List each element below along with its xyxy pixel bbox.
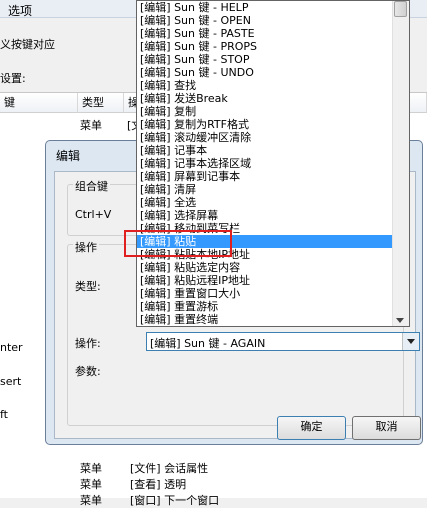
row-action: [窗口] 下一个窗口 xyxy=(130,494,220,507)
settings-label: 设置: xyxy=(0,72,26,85)
dropdown-option[interactable]: [编辑] Sun 键 - PASTE xyxy=(137,27,397,40)
dropdown-option[interactable]: [编辑] 重置终端 xyxy=(137,313,397,326)
type-label: 类型: xyxy=(75,280,101,293)
dropdown-option[interactable]: [编辑] 选择屏幕 xyxy=(137,209,397,222)
combo-value: Ctrl+V xyxy=(75,208,112,221)
dropdown-option[interactable]: [编辑] Sun 键 - HELP xyxy=(137,1,397,14)
window-title: 选项 xyxy=(8,4,33,18)
row-key: nter xyxy=(0,341,23,354)
dropdown-option[interactable]: [编辑] 记事本选择区域 xyxy=(137,157,397,170)
col-header-key[interactable]: 键 xyxy=(0,93,78,113)
scrollbar-thumb[interactable] xyxy=(394,1,407,17)
row-action: [查看] 透明 xyxy=(130,478,187,491)
dropdown-option[interactable]: [编辑] 重置游标 xyxy=(137,300,397,313)
action-select-value: [编辑] Sun 键 - AGAIN xyxy=(150,337,266,350)
dropdown-option[interactable]: [编辑] 重置窗口大小 xyxy=(137,287,397,300)
row-key: ft xyxy=(0,408,8,421)
dropdown-option[interactable]: [编辑] Sun 键 - STOP xyxy=(137,53,397,66)
dropdown-option[interactable]: [编辑] 查找 xyxy=(137,79,397,92)
bg-tab[interactable]: 义按键对应 xyxy=(0,30,140,54)
dropdown-option[interactable]: [编辑] 粘贴选定内容 xyxy=(137,261,397,274)
dropdown-option[interactable]: [编辑] 全选 xyxy=(137,196,397,209)
cancel-button[interactable]: 取消 xyxy=(352,416,421,440)
chevron-down-icon[interactable] xyxy=(402,333,419,350)
action-group-label: 操作 xyxy=(73,239,99,255)
dropdown-option[interactable]: [编辑] 发送Break xyxy=(137,92,397,105)
action-select[interactable]: [编辑] Sun 键 - AGAIN xyxy=(146,332,420,351)
scroll-down-arrow-icon[interactable] xyxy=(396,318,404,323)
dropdown-option[interactable]: [编辑] 滚动缓冲区清除 xyxy=(137,131,397,144)
dropdown-option[interactable]: [编辑] Sun 键 - OPEN xyxy=(137,14,397,27)
dropdown-option[interactable]: [编辑] 屏幕到记事本 xyxy=(137,170,397,183)
dropdown-option[interactable]: [编辑] 清屏 xyxy=(137,183,397,196)
dropdown-option[interactable]: [编辑] Sun 键 - UNDO xyxy=(137,66,397,79)
dropdown-option[interactable]: [编辑] 记事本 xyxy=(137,144,397,157)
dropdown-option[interactable]: [编辑] Sun 键 - PROPS xyxy=(137,40,397,53)
action-dropdown-list[interactable]: [编辑] Sun 键 - HELP [编辑] Sun 键 - OPEN [编辑] S… xyxy=(136,0,410,327)
dropdown-option[interactable]: [编辑] 粘贴远程IP地址 xyxy=(137,274,397,287)
highlight-box xyxy=(124,230,232,257)
row-type: 菜单 xyxy=(80,462,102,475)
action-label: 操作: xyxy=(75,337,101,350)
dropdown-option[interactable]: [编辑] 复制为RTF格式 xyxy=(137,118,397,131)
row-key: sert xyxy=(0,375,22,388)
ok-button[interactable]: 确定 xyxy=(277,416,346,440)
row-type: 菜单 xyxy=(80,119,102,132)
bg-tab-label: 义按键对应 xyxy=(0,38,55,51)
dialog-title: 编辑 xyxy=(56,149,81,163)
dropdown-option[interactable]: [编辑] 复制 xyxy=(137,105,397,118)
col-header-type[interactable]: 类型 xyxy=(78,93,124,113)
row-type: 菜单 xyxy=(80,494,102,507)
combo-group-label: 组合键 xyxy=(73,178,110,194)
dropdown-scrollbar[interactable] xyxy=(392,1,409,326)
row-type: 菜单 xyxy=(80,478,102,491)
params-label: 参数: xyxy=(75,365,101,378)
row-action: [文件] 会话属性 xyxy=(130,462,209,475)
